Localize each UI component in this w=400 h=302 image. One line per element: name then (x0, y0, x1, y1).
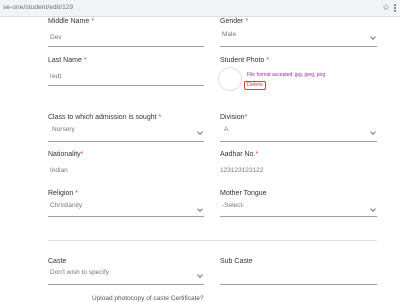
religion-value: Christianity (50, 202, 83, 209)
division-value: A (224, 126, 229, 133)
mother-tongue-select[interactable]: -Select- (220, 198, 377, 217)
sub-caste-label: Sub Caste (220, 258, 253, 265)
last-name-label: Last Name * (48, 57, 87, 64)
student-photo-label: Student Photo * (220, 57, 270, 64)
student-photo-avatar[interactable] (218, 67, 242, 91)
gender-select[interactable]: Male (220, 28, 377, 47)
chevron-down-icon (197, 206, 203, 212)
nationality-input[interactable]: Indian (48, 161, 204, 179)
middle-name-input[interactable]: Dev (48, 28, 204, 47)
chevron-down-icon (370, 206, 376, 212)
middle-name-value: Dev (50, 34, 62, 41)
url-text[interactable]: se-one/student/edit/129 (3, 4, 73, 11)
gender-value: Male (222, 31, 237, 38)
class-admission-select[interactable]: Nursery (48, 123, 204, 142)
browser-url-bar[interactable]: se-one/student/edit/129 ☆ (0, 0, 400, 17)
caste-certificate-question: Upload photocopy of caste Certificate? (92, 295, 204, 302)
caste-value: Don't wish to specify (50, 269, 110, 276)
mother-tongue-value: -Select- (222, 202, 245, 209)
bookmark-star-icon[interactable]: ☆ (382, 2, 390, 13)
chevron-down-icon (370, 129, 376, 135)
gender-label: Gender * (220, 18, 249, 25)
religion-label: Religion * (48, 190, 78, 197)
religion-select[interactable]: Christianity (48, 198, 204, 217)
section-divider (48, 240, 377, 241)
class-admission-label: Class to which admission is sought * (48, 114, 162, 121)
caste-label: Caste (48, 258, 67, 265)
last-name-input[interactable]: redt (48, 67, 204, 86)
aadhar-label: Aadhar No.* (220, 151, 259, 158)
division-label: Division* (220, 114, 248, 121)
browser-menu-icon[interactable] (394, 4, 397, 12)
last-name-value: redt (50, 73, 62, 80)
caste-select[interactable]: Don't wish to specify (48, 266, 204, 285)
nationality-value: Indian (50, 167, 68, 174)
aadhar-value: 123123123122 (220, 167, 264, 174)
middle-name-label: Middle Name * (48, 18, 94, 25)
photo-format-hint: File format accepted: jpg, jpeg, png (247, 72, 326, 78)
chevron-down-icon (197, 272, 203, 278)
chevron-down-icon (370, 34, 376, 40)
mother-tongue-label: Mother Tongue (220, 190, 267, 197)
nationality-label: Nationality* (48, 151, 84, 158)
division-select[interactable]: A (220, 123, 377, 142)
sub-caste-input[interactable] (220, 266, 377, 285)
chevron-down-icon (197, 129, 203, 135)
class-admission-value: Nursery (52, 126, 75, 133)
aadhar-input[interactable]: 123123123122 (220, 161, 377, 179)
delete-photo-button[interactable]: Delete (244, 81, 266, 90)
